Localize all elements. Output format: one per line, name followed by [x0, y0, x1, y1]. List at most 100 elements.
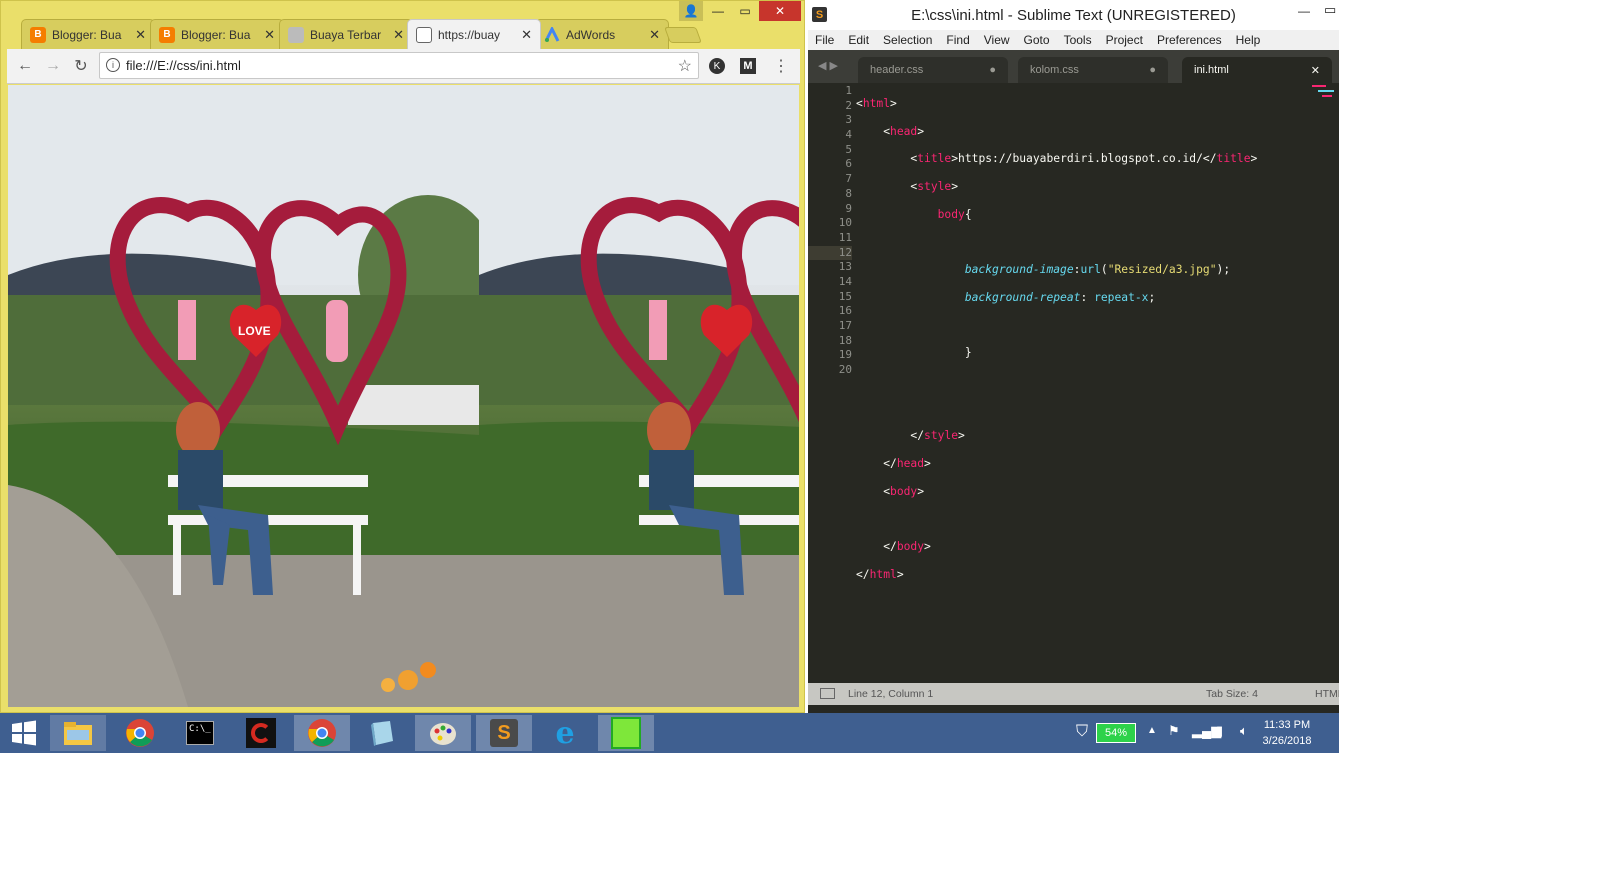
code-line: body{ [937, 207, 972, 221]
maximize-button[interactable]: ▭ [732, 1, 758, 21]
menu-edit[interactable]: Edit [841, 33, 876, 47]
editor-tab-label: kolom.css [1030, 64, 1079, 76]
command-prompt-icon[interactable]: C:\_ [172, 715, 228, 751]
panel-toggle-icon[interactable] [820, 688, 835, 699]
clock-date: 3/26/2018 [1262, 735, 1312, 747]
menu-view[interactable]: View [977, 33, 1017, 47]
show-hidden-icons-icon[interactable]: ▲ [1147, 725, 1157, 736]
file-explorer-icon[interactable] [50, 715, 106, 751]
back-arrow-icon[interactable]: ← [15, 56, 35, 76]
code-line: <title>https://buayaberdiri.blogspot.co.… [856, 152, 1258, 166]
new-tab-button[interactable] [664, 27, 702, 43]
power-plug-icon[interactable]: ▯ [1216, 723, 1223, 739]
menu-help[interactable]: Help [1229, 33, 1268, 47]
close-window-button[interactable]: ✕ [759, 1, 801, 21]
menu-selection[interactable]: Selection [876, 33, 939, 47]
editor-tab-kolom-css[interactable]: kolom.css ● [1018, 57, 1168, 83]
close-icon[interactable]: ✕ [521, 27, 532, 43]
blogger-icon: B [159, 26, 175, 43]
bookmark-star-icon[interactable]: ☆ [678, 56, 692, 76]
maximize-button[interactable]: ▭ [1324, 2, 1336, 18]
close-icon[interactable]: ✕ [1311, 64, 1320, 77]
editor-tab-ini-html[interactable]: ini.html ✕ [1182, 57, 1332, 83]
volume-icon[interactable]: 🔈︎ [1240, 723, 1248, 739]
page-thumb-icon [288, 26, 304, 43]
background-photo-repeat [479, 85, 799, 707]
editor-tab-bar: ◀ ▶ header.css ● kolom.css ● ini.html ✕ [808, 50, 1339, 83]
close-icon[interactable]: ✕ [393, 27, 404, 43]
chrome-icon[interactable] [112, 715, 168, 751]
menu-tools[interactable]: Tools [1057, 33, 1099, 47]
code-line: <style> [856, 180, 959, 194]
line-number-gutter: 1 2 3 4 5 6 7 8 9 10 11 12 13 14 15 16 1… [808, 83, 852, 683]
line-number: 7 [845, 172, 852, 186]
notebook-app-icon[interactable] [354, 715, 410, 751]
extension-m-icon[interactable]: M [738, 56, 758, 76]
editor-tab-label: ini.html [1194, 64, 1229, 76]
code-line: <html> [856, 97, 897, 110]
close-icon[interactable]: ✕ [135, 27, 146, 43]
tab-label: AdWords [566, 27, 616, 42]
menu-goto[interactable]: Goto [1017, 33, 1057, 47]
code-line: background-image:url("Resized/a3.jpg"); [964, 263, 1231, 277]
garena-icon[interactable] [233, 715, 289, 751]
tab-label: https://buay [438, 27, 501, 42]
tab-adwords[interactable]: AdWords ✕ [535, 19, 669, 49]
close-icon[interactable]: ✕ [649, 27, 660, 43]
menu-file[interactable]: File [808, 33, 841, 47]
tab-active-page[interactable]: https://buay ✕ [407, 19, 541, 49]
sublime-text-icon[interactable]: S [476, 715, 532, 751]
battery-indicator[interactable]: 54% [1096, 723, 1136, 743]
tab-size[interactable]: Tab Size: 4 [1206, 688, 1258, 700]
extension-k-icon[interactable]: K [707, 56, 727, 76]
chrome-active-icon[interactable] [294, 715, 350, 751]
line-number: 19 [838, 348, 852, 362]
green-app-icon[interactable] [598, 715, 654, 751]
forward-arrow-icon[interactable]: → [43, 56, 63, 76]
internet-explorer-icon[interactable]: e [537, 715, 593, 751]
menu-preferences[interactable]: Preferences [1150, 33, 1229, 47]
start-button[interactable] [0, 715, 48, 751]
code-line: </body> [856, 540, 931, 553]
close-icon[interactable]: ✕ [264, 27, 275, 43]
paint-app-icon[interactable] [415, 715, 471, 751]
menu-find[interactable]: Find [939, 33, 976, 47]
tab-nav-arrows-icon[interactable]: ◀ ▶ [818, 59, 838, 72]
action-center-flag-icon[interactable]: ⚑ [1168, 723, 1180, 739]
line-number: 5 [845, 142, 852, 156]
menu-project[interactable]: Project [1099, 33, 1150, 47]
user-profile-icon[interactable]: 👤 [679, 1, 703, 21]
minimize-button[interactable]: — [706, 1, 730, 21]
love-sign-text: LOVE [238, 324, 271, 338]
tab-blogger-1[interactable]: B Blogger: Bua ✕ [21, 19, 155, 49]
minimize-button[interactable]: — [1298, 4, 1310, 18]
background-photo: LOVE [8, 85, 479, 707]
tab-buaya[interactable]: Buaya Terbar ✕ [279, 19, 413, 49]
code-line: <head> [856, 124, 925, 138]
line-number: 20 [838, 363, 852, 377]
line-number: 6 [845, 157, 852, 171]
page-icon [416, 26, 432, 43]
tab-blogger-2[interactable]: B Blogger: Bua ✕ [150, 19, 284, 49]
css-property: background-repeat [964, 290, 1081, 304]
line-number: 17 [838, 319, 852, 332]
blogger-icon: B [30, 26, 46, 43]
menu-kebab-icon[interactable]: ⋮ [771, 56, 791, 76]
syntax-mode[interactable]: HTML [1315, 688, 1339, 700]
minimap[interactable] [1308, 83, 1339, 123]
info-icon[interactable]: i [106, 58, 120, 72]
editor-window: S E:\css\ini.html - Sublime Text (UNREGI… [808, 0, 1339, 713]
code-line: } [856, 346, 972, 360]
editor-tab-header-css[interactable]: header.css ● [858, 57, 1008, 83]
code-editor[interactable]: <html> <head> <title>https://buayaberdir… [856, 83, 1306, 683]
reload-icon[interactable]: ↻ [71, 56, 91, 76]
title-text: https://buayaberdiri.blogspot.co.id/ [958, 152, 1203, 166]
system-clock[interactable]: 11:33 PM 3/26/2018 [1257, 717, 1317, 749]
modified-dot-icon: ● [1149, 64, 1156, 76]
line-number: 12 [838, 245, 852, 259]
security-shield-icon[interactable]: ⛉ [1076, 723, 1088, 741]
address-bar[interactable]: i file:///E://css/ini.html ☆ [99, 52, 699, 79]
editor-status-bar: Line 12, Column 1 Tab Size: 4 HTML [808, 683, 1339, 705]
clock-time: 11:33 PM [1263, 719, 1311, 731]
code-line: <body> [856, 484, 925, 498]
